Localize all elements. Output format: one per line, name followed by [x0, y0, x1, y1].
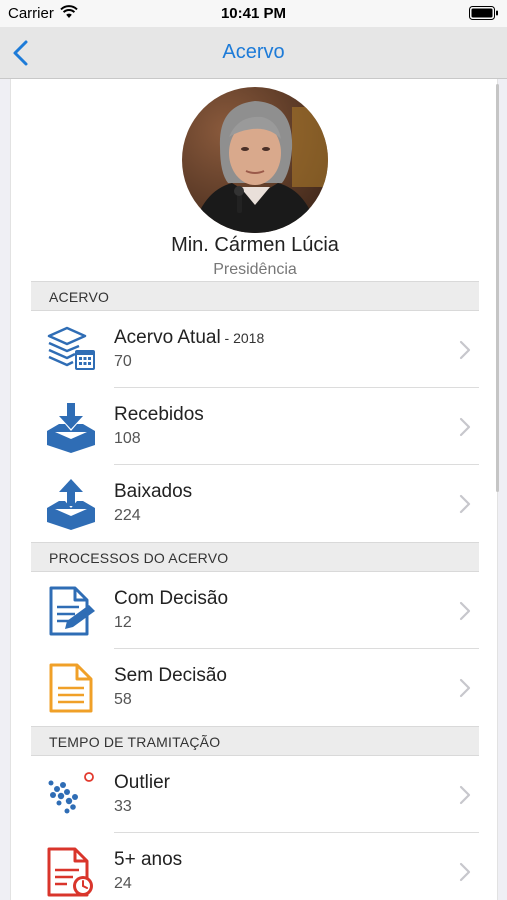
stacked-calendar-icon [47, 326, 95, 370]
chevron-right-icon [459, 417, 471, 437]
list-item-5-anos[interactable]: 5+ anos 24 [31, 833, 479, 900]
list-item-count: 12 [114, 614, 132, 631]
section-title: TEMPO DE TRAMITAÇÃO [49, 734, 221, 750]
list-item-label: Baixados [114, 481, 193, 502]
list-item-label: Sem Decisão [114, 665, 227, 686]
section-header-processos: PROCESSOS DO ACERVO [31, 542, 479, 572]
chevron-right-icon [459, 601, 471, 621]
list-item-sem-decisao[interactable]: Sem Decisão 58 [31, 649, 479, 726]
scroll-indicator[interactable] [496, 84, 499, 492]
list-item-count: 224 [114, 507, 141, 524]
list-item-label: Acervo Atual - 2018 [114, 327, 265, 348]
inbox-upload-icon [47, 479, 95, 530]
chevron-right-icon [459, 494, 471, 514]
chevron-right-icon [459, 340, 471, 360]
list-item-outlier[interactable]: Outlier 33 [31, 756, 479, 833]
list-item-count: 24 [114, 875, 132, 892]
document-clock-icon [47, 847, 93, 897]
battery-icon [469, 6, 498, 20]
document-edit-icon [49, 586, 95, 636]
avatar [182, 87, 328, 233]
page-title: Acervo [222, 41, 285, 63]
scatter-outlier-icon [48, 772, 94, 814]
status-bar: Carrier 10:41 PM [0, 0, 507, 27]
list-item-count: 70 [114, 353, 132, 370]
list-item-count: 58 [114, 691, 132, 708]
list-item-label: Recebidos [114, 404, 204, 425]
list-item-acervo-atual[interactable]: Acervo Atual - 2018 70 [31, 311, 479, 388]
list-item-recebidos[interactable]: Recebidos 108 [31, 388, 479, 465]
chevron-right-icon [459, 785, 471, 805]
list-item-label: 5+ anos [114, 849, 183, 870]
avatar-portrait-icon [182, 87, 328, 233]
list-item-count: 33 [114, 798, 132, 815]
chevron-right-icon [459, 678, 471, 698]
list-item-com-decisao[interactable]: Com Decisão 12 [31, 572, 479, 649]
list-item-baixados[interactable]: Baixados 224 [31, 465, 479, 542]
list-item-label: Outlier [114, 772, 170, 793]
list-item-label: Com Decisão [114, 588, 229, 609]
section-header-acervo: ACERVO [31, 281, 479, 311]
profile-role: Presidência [213, 261, 297, 278]
profile-header: Min. Cármen Lúcia Presidência [11, 79, 497, 281]
section-title: PROCESSOS DO ACERVO [49, 550, 229, 566]
profile-name: Min. Cármen Lúcia [171, 234, 339, 256]
content-card: Min. Cármen Lúcia Presidência ACERVO Ace… [10, 79, 498, 900]
list-item-count: 108 [114, 430, 141, 447]
document-lines-icon [49, 663, 93, 713]
list-item-sublabel: - 2018 [220, 330, 265, 346]
section-header-tempo: TEMPO DE TRAMITAÇÃO [31, 726, 479, 756]
navigation-bar: Acervo [0, 27, 507, 79]
clock: 10:41 PM [220, 5, 287, 22]
section-title: ACERVO [49, 289, 110, 305]
inbox-download-icon [47, 403, 95, 453]
chevron-right-icon [459, 862, 471, 882]
